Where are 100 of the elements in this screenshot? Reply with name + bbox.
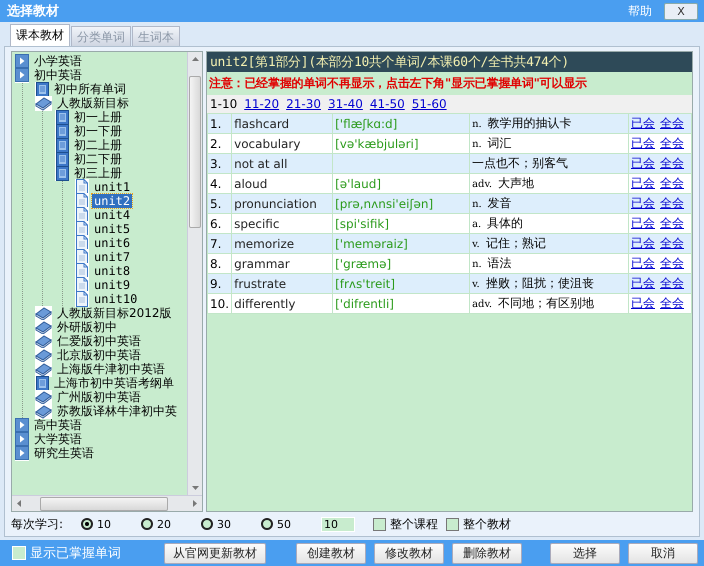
- dialog-button[interactable]: 创建教材: [296, 542, 366, 564]
- page-link[interactable]: 51-60: [412, 97, 447, 111]
- meaning-text: 语法: [488, 256, 512, 270]
- page-link[interactable]: 11-20: [244, 97, 280, 111]
- checkbox-option[interactable]: 整个课程: [373, 516, 438, 532]
- tree-item[interactable]: 初一上册: [72, 110, 124, 124]
- scrollbar-thumb[interactable]: [40, 496, 168, 510]
- page-link[interactable]: 21-30: [286, 97, 321, 111]
- action-link[interactable]: 已会: [631, 296, 655, 310]
- tree-item[interactable]: unit4: [92, 208, 132, 222]
- part-of-speech: n.: [472, 259, 482, 270]
- dialog-button[interactable]: 取消: [628, 542, 698, 564]
- table-cell: frustrate: [232, 274, 333, 294]
- action-link[interactable]: 全会: [660, 276, 684, 290]
- tree-item[interactable]: 人教版新目标2012版: [55, 306, 174, 320]
- tree-item[interactable]: 高中英语: [32, 418, 84, 432]
- expand-icon: [15, 432, 29, 446]
- action-link[interactable]: 全会: [660, 176, 684, 190]
- table-cell: 4.: [208, 174, 232, 194]
- vertical-scrollbar[interactable]: [187, 52, 202, 495]
- meaning-text: 发音: [488, 196, 512, 210]
- action-link[interactable]: 全会: [660, 256, 684, 270]
- tree-item[interactable]: 初三上册: [72, 166, 124, 180]
- tree-item[interactable]: 初中英语: [32, 68, 84, 82]
- tree-item[interactable]: unit8: [92, 264, 132, 278]
- tree-item[interactable]: unit9: [92, 278, 132, 292]
- action-link[interactable]: 全会: [660, 116, 684, 130]
- tree-item[interactable]: 苏教版译林牛津初中英: [55, 404, 179, 418]
- table-cell: aloud: [232, 174, 333, 194]
- part-of-speech: n.: [472, 199, 482, 210]
- action-link[interactable]: 全会: [660, 136, 684, 150]
- scrollbar-thumb[interactable]: [189, 76, 201, 228]
- page-link[interactable]: 1-10: [210, 97, 238, 111]
- action-link[interactable]: 已会: [631, 256, 655, 270]
- lesson-header: unit2[第1部分](本部分10共个单词/本课60个/全书共474个): [207, 52, 692, 72]
- horizontal-scrollbar[interactable]: [12, 495, 202, 511]
- action-link[interactable]: 已会: [631, 116, 655, 130]
- tree-item[interactable]: unit6: [92, 236, 132, 250]
- radio-option[interactable]: 20: [141, 518, 172, 530]
- close-button[interactable]: X: [664, 2, 698, 20]
- action-link[interactable]: 全会: [660, 196, 684, 210]
- action-link[interactable]: 已会: [631, 236, 655, 250]
- table-cell: 1.: [208, 114, 232, 134]
- action-link[interactable]: 已会: [631, 136, 655, 150]
- table-cell: 3.: [208, 154, 232, 174]
- notice-text: 注意：已经掌握的单词不再显示，点击左下角"显示已掌握单词"可以显示: [208, 75, 588, 92]
- tree-item[interactable]: 初二下册: [72, 152, 124, 166]
- checkbox-option[interactable]: 整个教材: [446, 516, 512, 532]
- tree-item[interactable]: 外研版初中: [55, 320, 119, 334]
- books-icon: [35, 390, 52, 404]
- tree-item[interactable]: 北京版初中英语: [55, 348, 143, 362]
- action-link[interactable]: 全会: [660, 296, 684, 310]
- window-title: 选择教材: [7, 3, 60, 20]
- tree-item[interactable]: unit10: [92, 292, 140, 306]
- dialog-button[interactable]: 删除教材: [452, 542, 522, 564]
- tree-item[interactable]: 初中所有单词: [52, 82, 128, 96]
- tree-item[interactable]: unit7: [92, 250, 132, 264]
- books-icon: [35, 306, 52, 320]
- part-of-speech: n.: [472, 139, 482, 150]
- tree-item[interactable]: unit5: [92, 222, 132, 236]
- phonetic-text: [spi'sifik]: [335, 216, 390, 230]
- tree-item[interactable]: 小学英语: [32, 54, 84, 68]
- tree-item[interactable]: unit2: [92, 194, 132, 208]
- table-cell: 8.: [208, 254, 232, 274]
- action-link[interactable]: 全会: [660, 156, 684, 170]
- tree-item[interactable]: unit1: [92, 180, 132, 194]
- radio-option[interactable]: 50: [261, 518, 292, 530]
- tree-item[interactable]: 大学英语: [32, 432, 84, 446]
- part-of-speech: a.: [472, 219, 482, 230]
- phonetic-text: ['flæʃkɑ:d]: [335, 116, 398, 130]
- action-link[interactable]: 已会: [631, 176, 655, 190]
- study-label: 每次学习:: [11, 516, 64, 532]
- radio-option[interactable]: 10: [81, 518, 112, 530]
- action-link[interactable]: 已会: [631, 216, 655, 230]
- page-link[interactable]: 31-40: [328, 97, 363, 111]
- tree-item[interactable]: 研究生英语: [32, 446, 96, 460]
- action-link[interactable]: 已会: [631, 156, 655, 170]
- tree-item[interactable]: 广州版初中英语: [55, 390, 143, 404]
- action-link[interactable]: 全会: [660, 236, 684, 250]
- action-link[interactable]: 已会: [631, 276, 655, 290]
- radio-option[interactable]: 30: [201, 518, 232, 530]
- page-link[interactable]: 41-50: [370, 97, 405, 111]
- part-of-speech: v.: [472, 239, 480, 250]
- tree-item[interactable]: 仁爱版初中英语: [55, 334, 143, 348]
- tree-item[interactable]: 初二上册: [72, 138, 124, 152]
- tab[interactable]: 课本教材: [10, 24, 70, 46]
- tree-item[interactable]: 上海市初中英语考纲单: [52, 376, 176, 390]
- tree-item[interactable]: 初一下册: [72, 124, 124, 138]
- table-cell: 9.: [208, 274, 232, 294]
- dialog-button[interactable]: 从官网更新教材: [164, 542, 266, 564]
- action-link[interactable]: 已会: [631, 196, 655, 210]
- dialog-button[interactable]: 选择: [550, 542, 620, 564]
- dialog-button[interactable]: 修改教材: [374, 542, 444, 564]
- count-field[interactable]: 10: [321, 516, 356, 532]
- tree-item[interactable]: 上海版牛津初中英语: [55, 362, 167, 376]
- meaning-text: 挫败；阻扰；使沮丧: [486, 276, 594, 290]
- action-link[interactable]: 全会: [660, 216, 684, 230]
- book-icon: [35, 82, 49, 96]
- tree-item[interactable]: 人教版新目标: [55, 96, 131, 110]
- part-of-speech: n.: [472, 119, 482, 130]
